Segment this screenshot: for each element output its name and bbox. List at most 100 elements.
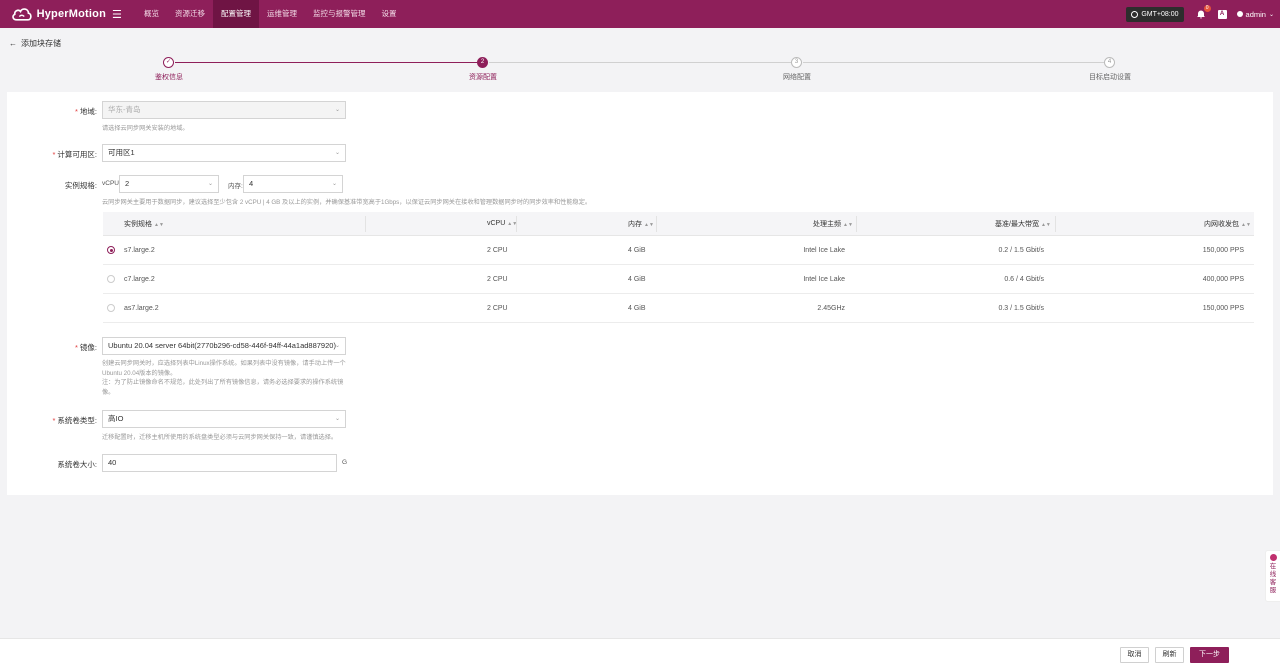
- cell-frequency: Intel Ice Lake: [803, 246, 845, 254]
- disk-type-hint: 迁移配置时，迁移主机所使用的系统盘类型必须与云同步网关保持一致，请谨慎选择。: [102, 434, 338, 441]
- cell-memory: 4 GiB: [628, 304, 646, 312]
- image-select[interactable]: Ubuntu 20.04 server 64bit(2770b296-cd58-…: [102, 337, 346, 355]
- wizard-stepper: ✓ 2 3 4 鉴权信息 资源配置 网络配置 目标启动设置: [0, 56, 1280, 86]
- cell-vcpu: 2 CPU: [487, 275, 508, 283]
- cell-memory: 4 GiB: [628, 246, 646, 254]
- zone-select[interactable]: 可用区1 ⌄: [102, 144, 346, 162]
- table-header: 实例规格 ▲▼ vCPU ▲▼ 内存 ▲▼ 处理主频 ▲▼ 基准/最大带宽 ▲▼ 内网收发…: [103, 212, 1254, 236]
- step-4-label: 目标启动设置: [1089, 74, 1131, 81]
- memory-select[interactable]: 4 ⌄: [243, 175, 343, 193]
- notification-count: 0: [1203, 5, 1211, 12]
- step-3-label: 网络配置: [783, 74, 811, 81]
- header-actions: GMT+08:00 0 A admin ⌄: [1126, 0, 1274, 28]
- page-title: 添加块存储: [21, 39, 61, 48]
- cell-frequency: 2.45GHz: [817, 304, 845, 312]
- sort-icon: ▲▼: [843, 221, 853, 228]
- timezone-badge[interactable]: GMT+08:00: [1126, 6, 1184, 22]
- user-icon: [1236, 11, 1243, 17]
- step-connector: [803, 62, 1104, 63]
- back-link[interactable]: ← 添加块存储: [9, 38, 61, 49]
- app-logo[interactable]: HyperMotion: [11, 5, 106, 23]
- disk-size-label: 系统卷大小:: [57, 460, 97, 469]
- chevron-down-icon: ⌄: [334, 107, 340, 113]
- app-name: HyperMotion: [36, 8, 106, 20]
- username: admin: [1245, 9, 1266, 19]
- vcpu-label: vCPU:: [102, 180, 121, 187]
- refresh-button[interactable]: 刷新: [1155, 647, 1184, 663]
- main-nav: 概览 资源迁移 配置管理 运维管理 监控与报警管理 设置: [136, 0, 405, 28]
- menu-icon[interactable]: ☰: [112, 8, 126, 21]
- cell-vcpu: 2 CPU: [487, 304, 508, 312]
- row-radio[interactable]: [107, 275, 115, 283]
- col-header-spec[interactable]: 实例规格 ▲▼: [124, 219, 164, 229]
- column-divider: [856, 216, 857, 232]
- cell-pps: 400,000 PPS: [1202, 275, 1244, 283]
- chevron-down-icon: ⌄: [207, 181, 213, 187]
- online-service-label: 在线客服: [1269, 563, 1277, 594]
- sort-icon: ▲▼: [154, 221, 164, 228]
- step-4-indicator: 4: [1104, 57, 1115, 68]
- cancel-button[interactable]: 取消: [1120, 647, 1149, 663]
- online-service-widget[interactable]: 在线客服: [1265, 550, 1280, 602]
- nav-item-config[interactable]: 配置管理: [213, 0, 259, 28]
- region-hint: 请选择云同步网关安装的地域。: [102, 125, 189, 132]
- col-header-frequency[interactable]: 处理主频 ▲▼: [813, 219, 853, 229]
- disk-size-unit: G: [342, 459, 348, 466]
- col-header-memory[interactable]: 内存 ▲▼: [628, 219, 654, 229]
- nav-item-settings[interactable]: 设置: [374, 0, 405, 28]
- nav-item-overview[interactable]: 概览: [136, 0, 167, 28]
- step-2-label: 资源配置: [469, 74, 497, 81]
- disk-type-select[interactable]: 高IO ⌄: [102, 410, 346, 428]
- arrow-left-icon: ←: [9, 39, 17, 48]
- col-header-pps[interactable]: 内网收发包 ▲▼: [1204, 219, 1251, 229]
- sort-icon: ▲▼: [644, 221, 654, 228]
- chevron-down-icon: ⌄: [334, 150, 340, 156]
- clock-icon: [1131, 10, 1139, 18]
- cell-pps: 150,000 PPS: [1202, 304, 1244, 312]
- nav-item-monitoring[interactable]: 监控与报警管理: [305, 0, 374, 28]
- resource-config-card: * 地域: 华东-青岛 ⌄ 请选择云同步网关安装的地域。 * 计算可用区: 可用区1 ⌄…: [7, 92, 1273, 495]
- user-menu[interactable]: admin ⌄: [1236, 9, 1274, 19]
- cell-spec: as7.large.2: [124, 304, 159, 312]
- footer-actions: 取消 刷新 下一步: [0, 638, 1280, 669]
- table-row[interactable]: c7.large.2 2 CPU 4 GiB Intel Ice Lake 0.…: [103, 265, 1254, 294]
- cell-bandwidth: 0.2 / 1.5 Gbit/s: [998, 246, 1044, 254]
- table-row[interactable]: s7.large.2 2 CPU 4 GiB Intel Ice Lake 0.…: [103, 236, 1254, 265]
- col-header-vcpu[interactable]: vCPU ▲▼: [487, 220, 517, 227]
- region-label: * 地域:: [74, 107, 97, 116]
- column-divider: [516, 216, 517, 232]
- chevron-down-icon: ⌄: [334, 343, 340, 349]
- region-select[interactable]: 华东-青岛 ⌄: [102, 101, 346, 119]
- row-radio[interactable]: [107, 304, 115, 312]
- image-hint: 创建云同步网关时，应选择列表中Linux操作系统。如果列表中没有镜像，请手动上传…: [102, 360, 346, 396]
- zone-label: * 计算可用区:: [52, 150, 97, 159]
- next-button[interactable]: 下一步: [1190, 647, 1229, 663]
- notification-bell[interactable]: 0: [1196, 5, 1211, 19]
- column-divider: [656, 216, 657, 232]
- row-radio[interactable]: [107, 246, 115, 254]
- nav-item-ops[interactable]: 运维管理: [259, 0, 305, 28]
- step-connector: [175, 62, 477, 63]
- disk-size-input[interactable]: 40: [102, 454, 337, 472]
- step-connector: [489, 62, 791, 63]
- step-1-label: 鉴权信息: [155, 74, 183, 81]
- cell-frequency: Intel Ice Lake: [803, 275, 845, 283]
- docs-icon[interactable]: A: [1217, 9, 1227, 19]
- table-row[interactable]: as7.large.2 2 CPU 4 GiB 2.45GHz 0.3 / 1.…: [103, 294, 1254, 323]
- step-2-indicator: 2: [477, 57, 488, 68]
- timezone-label: GMT+08:00: [1141, 10, 1179, 18]
- cell-spec: c7.large.2: [124, 275, 155, 283]
- step-1-check-icon: ✓: [163, 57, 174, 68]
- image-label: * 镜像:: [74, 343, 97, 352]
- headset-icon: [1269, 554, 1277, 561]
- cell-memory: 4 GiB: [628, 275, 646, 283]
- nav-item-migration[interactable]: 资源迁移: [167, 0, 213, 28]
- vcpu-select[interactable]: 2 ⌄: [119, 175, 219, 193]
- cell-pps: 150,000 PPS: [1202, 246, 1244, 254]
- instance-spec-table: 实例规格 ▲▼ vCPU ▲▼ 内存 ▲▼ 处理主频 ▲▼ 基准/最大带宽 ▲▼ 内网收发…: [103, 212, 1254, 323]
- chevron-down-icon: ⌄: [331, 181, 337, 187]
- column-divider: [365, 216, 366, 232]
- memory-label: 内存:: [228, 183, 243, 190]
- col-header-bandwidth[interactable]: 基准/最大带宽 ▲▼: [995, 219, 1051, 229]
- cell-bandwidth: 0.6 / 4 Gbit/s: [1004, 275, 1044, 283]
